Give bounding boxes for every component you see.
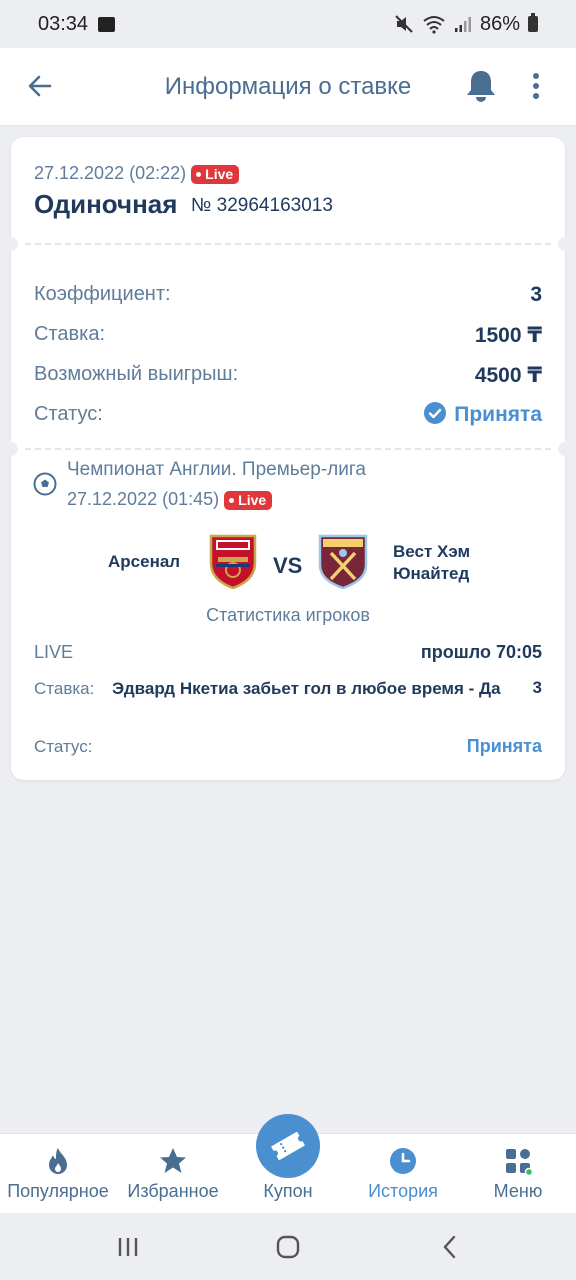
status-label: Статус: [34, 403, 103, 425]
live-status-label: LIVE [34, 642, 74, 662]
status-value: Принята [424, 402, 542, 427]
mute-icon [395, 15, 413, 33]
status-value-text: Принята [454, 403, 542, 426]
football-icon [33, 472, 57, 496]
star-icon [160, 1148, 186, 1173]
nav-favorites[interactable]: Избранное [116, 1134, 230, 1214]
card-notch [558, 237, 572, 251]
nav-menu-label: Меню [493, 1181, 543, 1201]
wifi-icon [423, 16, 445, 34]
divider [25, 448, 551, 450]
ticket-icon [271, 1131, 305, 1161]
selection-status-label: Статус: [34, 737, 93, 756]
app-header: Информация о ставке [0, 48, 576, 126]
status-icons: 86% [394, 13, 538, 36]
back-icon[interactable] [440, 1235, 460, 1259]
status-time: 03:34 [38, 12, 89, 35]
flame-icon [49, 1148, 67, 1174]
arsenal-crest-icon [209, 534, 257, 589]
more-options-icon[interactable] [526, 70, 546, 102]
elapsed-time: прошло 70:05 [420, 642, 542, 662]
odds-label: Коэффициент: [34, 283, 171, 305]
selection-odds: 3 [532, 678, 542, 697]
check-circle-icon [424, 402, 447, 424]
odds-value: 3 [530, 283, 542, 306]
nav-menu[interactable]: Меню [460, 1134, 576, 1214]
recent-apps-icon[interactable] [116, 1235, 140, 1259]
nav-history-label: История [368, 1181, 438, 1201]
away-team-name: Вест Хэм Юнайтед [393, 542, 471, 583]
stake-amount-label: Ставка: [34, 323, 105, 345]
selection-label: Ставка: [34, 679, 95, 698]
event-date: 27.12.2022 (01:45) Live [67, 489, 273, 510]
live-badge-text: Live [205, 166, 234, 182]
possible-win-value: 4500 ₸ [474, 364, 542, 387]
player-stats-link[interactable]: Статистика игроков [11, 605, 565, 626]
divider [25, 243, 551, 245]
status-bar: 03:34 86% [0, 0, 576, 48]
possible-win-label: Возможный выигрыш: [34, 363, 239, 385]
selection-text: Эдвард Нкетиа забьет гол в любое время -… [112, 679, 501, 698]
bet-date: 27.12.2022 (02:22) Live [34, 163, 240, 184]
grid-icon [506, 1149, 533, 1176]
league-name: Чемпионат Англии. Премьер-лига [67, 459, 366, 480]
live-badge: Live [191, 165, 240, 184]
battery-percent: 86% [479, 12, 520, 35]
bet-info-card: 27.12.2022 (02:22) Live Одиночная № 3296… [4, 137, 572, 780]
event-date-text: 27.12.2022 (01:45) [67, 489, 220, 509]
home-team-name: Арсенал [108, 552, 181, 571]
card-notch [4, 237, 18, 251]
nav-coupon-label: Купон [263, 1181, 313, 1201]
home-icon[interactable] [276, 1235, 300, 1259]
nav-favorites-label: Избранное [127, 1181, 219, 1201]
bell-icon[interactable] [464, 68, 498, 104]
nav-popular[interactable]: Популярное [0, 1134, 116, 1214]
signal-icon [454, 17, 471, 32]
nav-popular-label: Популярное [7, 1181, 109, 1201]
image-notification-icon [98, 16, 116, 32]
bet-date-text: 27.12.2022 (02:22) [34, 163, 187, 183]
battery-icon [528, 13, 538, 32]
west-ham-crest-icon [318, 534, 368, 589]
live-badge-text: Live [238, 492, 267, 508]
coupon-button[interactable] [256, 1114, 320, 1178]
card-notch [558, 442, 572, 456]
stake-amount-value: 1500 ₸ [474, 324, 542, 347]
nav-history[interactable]: История [346, 1134, 460, 1214]
versus-label: VS [273, 553, 303, 578]
selection-status-value: Принята [466, 736, 542, 756]
card-notch [4, 442, 18, 456]
bet-number: № 32964163013 [191, 195, 333, 216]
system-navigation-bar [0, 1213, 576, 1280]
bet-type: Одиночная [34, 189, 178, 219]
live-badge: Live [224, 491, 273, 510]
clock-icon [390, 1148, 416, 1174]
